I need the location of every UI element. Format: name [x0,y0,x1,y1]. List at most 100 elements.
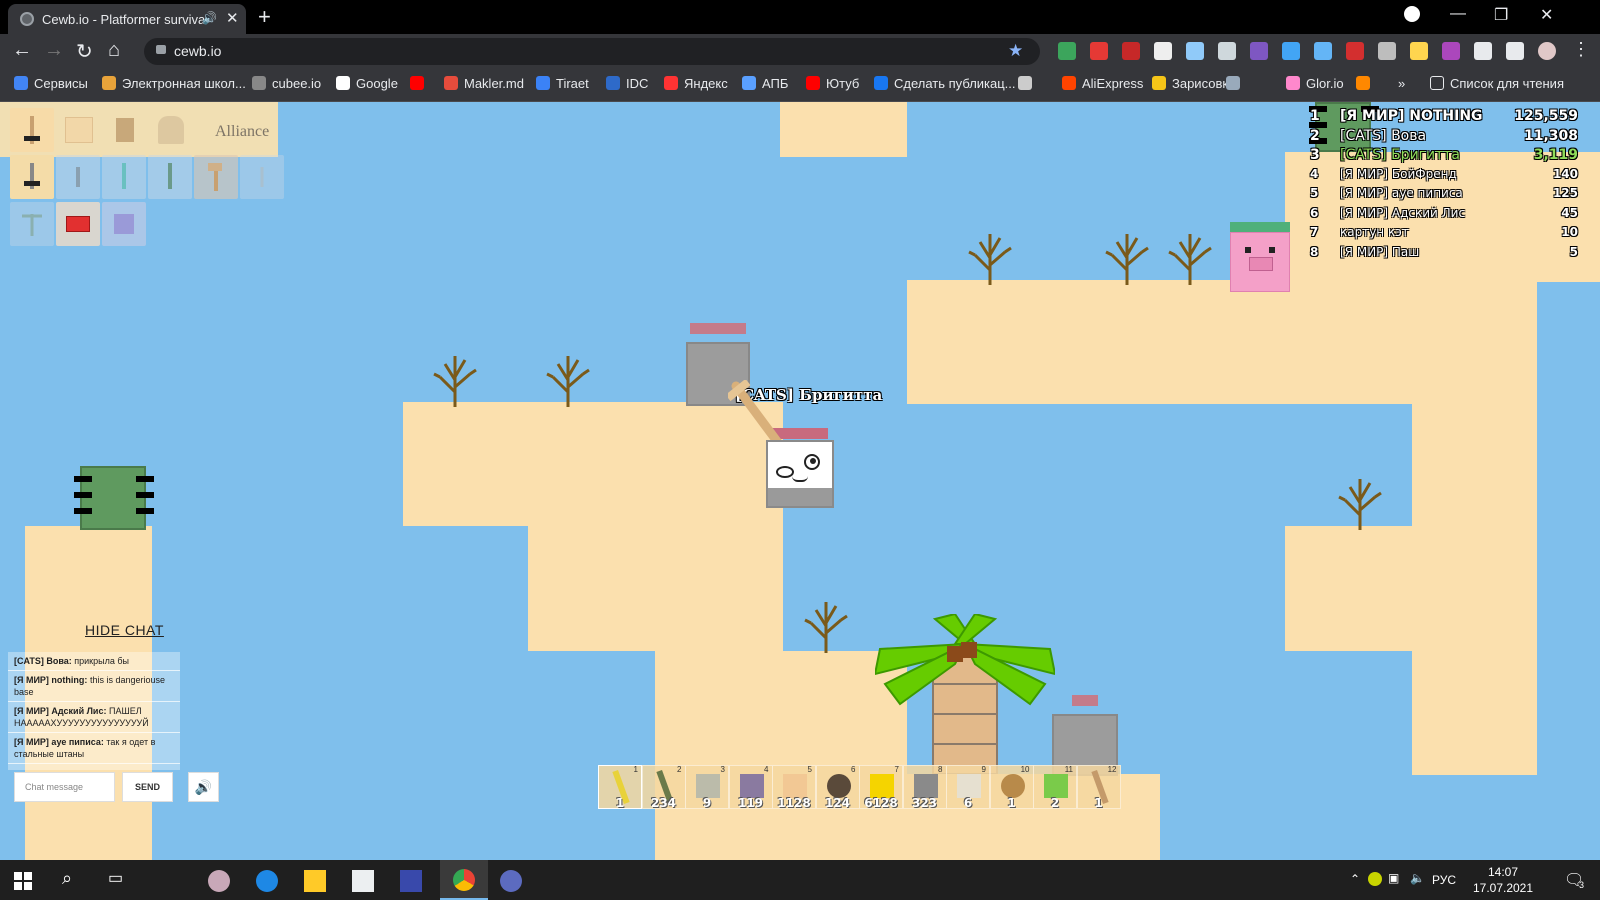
tab-audio-icon[interactable]: 🔊 [202,11,217,25]
extension-icon[interactable] [1154,42,1172,60]
craft-axe-slot[interactable] [194,155,238,199]
extension-icon[interactable] [1346,42,1364,60]
network-icon[interactable]: ▣ [1388,871,1399,885]
craft-sword-slot[interactable] [148,155,192,199]
hide-chat-link[interactable]: HIDE CHAT [85,622,164,638]
health-potion-slot[interactable] [56,202,100,246]
bookmark-item[interactable] [1356,76,1376,91]
browser-tab[interactable]: Cewb.io - Platformer survival 🔊 ✕ [8,4,246,34]
paint-app-icon[interactable] [208,870,230,892]
chevron-up-icon[interactable]: ⌃ [1350,872,1360,886]
craft-door-slot[interactable] [102,108,146,152]
extension-icon[interactable] [1410,42,1428,60]
extension-icon[interactable] [1442,42,1460,60]
bookmark-item[interactable] [1018,76,1038,91]
hotbar-slot[interactable]: 11 [598,765,642,810]
enemy-player[interactable] [74,466,154,530]
game-canvas[interactable]: [CATS] Бригитта Alliance 1 [Я МИР] NOTHI… [0,102,1600,860]
craft-sword-slot[interactable] [56,155,100,199]
extension-icon[interactable] [1090,42,1108,60]
edge-browser-icon[interactable] [256,870,278,892]
speaker-icon[interactable]: 🔊 [188,772,219,802]
address-bar[interactable]: cewb.io ★ [144,38,1040,65]
tab-close-icon[interactable]: ✕ [226,9,239,27]
craft-furnace-slot[interactable] [148,108,192,152]
chrome-taskbar-item[interactable] [440,860,488,900]
close-window-button[interactable]: ✕ [1540,5,1553,25]
clock-date[interactable]: 17.07.2021 [1460,881,1546,895]
hotbar-slot[interactable]: 5 1128 [772,765,816,810]
minimize-button[interactable]: — [1450,5,1466,23]
hotbar-slot[interactable]: 4 119 [728,765,773,810]
hotbar-slot[interactable]: 96 [946,765,990,810]
send-button[interactable]: SEND [122,772,173,802]
volume-icon[interactable]: 🔈 [1410,871,1425,885]
chat-message-input[interactable]: Chat message [14,772,115,802]
windows-start-icon[interactable] [14,872,32,890]
search-icon[interactable]: ⌕ [62,868,72,889]
hotbar-slot[interactable]: 7 6128 [859,765,903,810]
extension-icon[interactable] [1058,42,1076,60]
restore-button[interactable]: ❐ [1494,5,1508,25]
extension-icon[interactable] [1282,42,1300,60]
bookmark-item[interactable]: АПБ [742,76,788,91]
menu-kebab-icon[interactable]: ⋮ [1572,39,1590,60]
profile-avatar[interactable] [1538,42,1556,60]
bookmark-item[interactable]: Google [336,76,398,91]
bookmarks-overflow-button[interactable]: » [1398,76,1405,91]
extension-icon[interactable] [1250,42,1268,60]
language-indicator[interactable]: РУС [1432,873,1456,887]
craft-sword-slot[interactable] [102,155,146,199]
craft-pickaxe-slot[interactable] [10,202,54,246]
home-icon[interactable]: ⌂ [108,39,120,62]
hotbar-slot[interactable]: 11 2 [1033,765,1077,810]
file-explorer-icon[interactable] [304,870,326,892]
reload-icon[interactable]: ↻ [76,39,93,64]
extension-icon[interactable] [1218,42,1236,60]
extension-icon[interactable] [1314,42,1332,60]
hotbar-slot[interactable]: 6 124 [815,765,860,810]
hotbar-slot[interactable]: 10 1 [989,765,1034,810]
clock-time[interactable]: 14:07 [1468,865,1538,879]
bookmark-item[interactable] [410,76,430,91]
media-control-icon[interactable] [1506,42,1524,60]
save-app-icon[interactable] [400,870,422,892]
hotbar-slot[interactable]: 12 1 [1076,765,1121,810]
bookmark-item[interactable]: Электронная школ... [102,76,246,91]
craft-sword-slot[interactable] [10,108,54,152]
hotbar-slot[interactable]: 8 323 [902,765,947,810]
back-icon[interactable]: ← [12,39,32,62]
extension-icon[interactable] [1122,42,1140,60]
bookmark-item[interactable]: Ютуб [806,76,859,91]
forward-icon[interactable]: → [44,39,64,62]
craft-block-slot[interactable] [56,108,100,152]
bookmark-item[interactable]: AliExpress [1062,76,1143,91]
hotbar-slot[interactable]: 39 [685,765,729,810]
reading-list-button[interactable]: Список для чтения [1430,76,1564,91]
bookmark-item[interactable]: Сервисы [14,76,88,91]
craft-block-slot[interactable] [102,202,146,246]
extensions-puzzle-icon[interactable] [1474,42,1492,60]
tab-search-icon[interactable] [1404,6,1420,22]
task-view-icon[interactable]: ▭ [108,868,123,888]
bookmark-item[interactable]: Makler.md [444,76,524,91]
craft-sword-slot[interactable] [10,155,54,199]
pig-animal[interactable] [1230,232,1290,292]
craft-sword-slot[interactable] [240,155,284,199]
extension-icon[interactable] [1186,42,1204,60]
hotbar-slot[interactable]: 2 234 [641,765,686,810]
tray-app-icon[interactable] [1368,872,1382,886]
bookmark-item[interactable]: IDC [606,76,648,91]
extension-icon[interactable] [1378,42,1396,60]
bookmark-star-icon[interactable]: ★ [1008,41,1023,61]
bookmark-item[interactable]: cubee.io [252,76,321,91]
store-icon[interactable] [352,870,374,892]
bookmark-item[interactable]: Сделать публикац... [874,76,1016,91]
bookmark-item[interactable] [1226,76,1246,91]
alliance-button[interactable]: Alliance [215,123,269,141]
new-tab-button[interactable]: + [258,4,271,30]
discord-icon[interactable] [500,870,522,892]
bookmark-item[interactable]: Glor.io [1286,76,1344,91]
bookmark-item[interactable]: Яндекс [664,76,728,91]
bookmark-item[interactable]: Tiraet [536,76,589,91]
